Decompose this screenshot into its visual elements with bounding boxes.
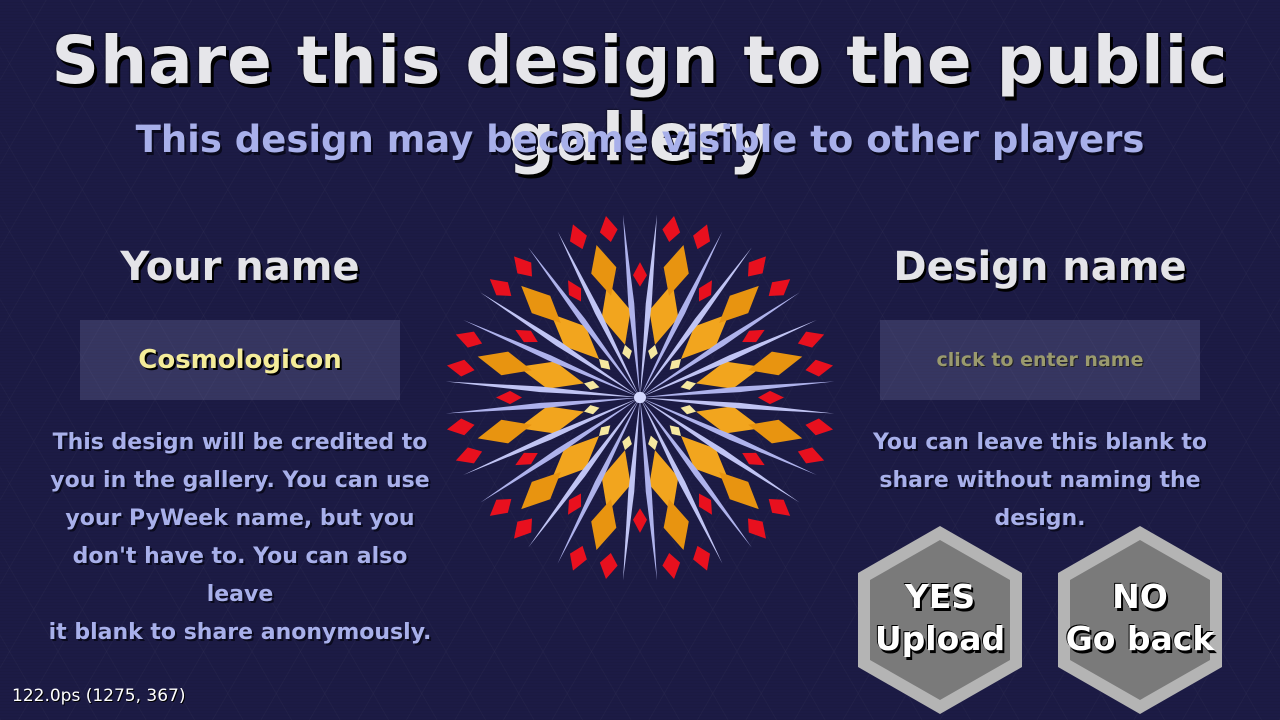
orange-rhombus [477,419,532,444]
design-center [634,391,646,404]
no-go-back-button[interactable]: NO Go back [1056,524,1224,716]
red-diamond [496,390,522,405]
red-diamond [599,216,618,242]
description-line: This design will be credited to [52,430,428,455]
orange-rhombus [748,419,803,444]
red-diamond [693,224,711,250]
red-diamond [455,447,483,464]
red-diamond [805,359,834,377]
yellow-accent [622,435,632,451]
yes-button-label: YES [904,577,976,616]
go-back-button-label: Go back [1065,619,1215,658]
red-diamond [446,418,475,436]
no-button-label: NO [1112,577,1168,616]
description-line: don't have to. You can also leave [72,544,408,607]
red-diamond [797,447,825,464]
red-diamond [569,224,587,250]
yellow-accent [583,380,600,390]
red-diamond [758,390,784,405]
red-diamond [599,553,618,579]
red-diamond [569,545,587,571]
description-line: share without naming the [879,468,1201,493]
red-diamond [455,331,483,348]
red-diamond [633,508,647,533]
description-line: You can leave this blank to [873,430,1207,455]
yellow-accent [648,435,658,451]
upload-button-label: Upload [874,619,1006,658]
fps-readout: 122.0ps (1275, 367) [12,686,186,706]
your-name-heading: Your name [120,244,360,290]
red-diamond [693,545,711,571]
red-diamond [662,553,681,579]
red-diamond [662,216,681,242]
orange-rhombus [663,244,689,296]
orange-rhombus [748,351,803,376]
red-diamond [805,418,834,436]
your-name-field[interactable]: Cosmologicon [80,320,400,400]
page-subtitle: This design may become visible to other … [135,118,1145,161]
orange-rhombus [591,244,617,296]
red-diamond [797,331,825,348]
your-name-value: Cosmologicon [138,345,342,375]
yellow-accent [583,405,600,415]
red-diamond [446,359,475,377]
description-line: you in the gallery. You can use [50,468,430,493]
yellow-accent [680,380,697,390]
yellow-accent [622,344,632,360]
orange-rhombus [477,351,532,376]
design-name-field[interactable]: click to enter name [880,320,1200,400]
design-name-heading: Design name [893,244,1187,290]
orange-rhombus [591,499,617,551]
description-line: your PyWeek name, but you [65,506,415,531]
yes-upload-button[interactable]: YES Upload [856,524,1024,716]
design-preview [445,214,835,581]
orange-rhombus [663,499,689,551]
red-diamond [633,262,647,287]
design-name-description: You can leave this blank to share withou… [840,424,1240,538]
description-line: it blank to share anonymously. [48,620,432,645]
your-name-description: This design will be credited to you in t… [40,424,440,652]
design-name-placeholder: click to enter name [936,349,1144,371]
yellow-accent [680,405,697,415]
yellow-accent [648,344,658,360]
